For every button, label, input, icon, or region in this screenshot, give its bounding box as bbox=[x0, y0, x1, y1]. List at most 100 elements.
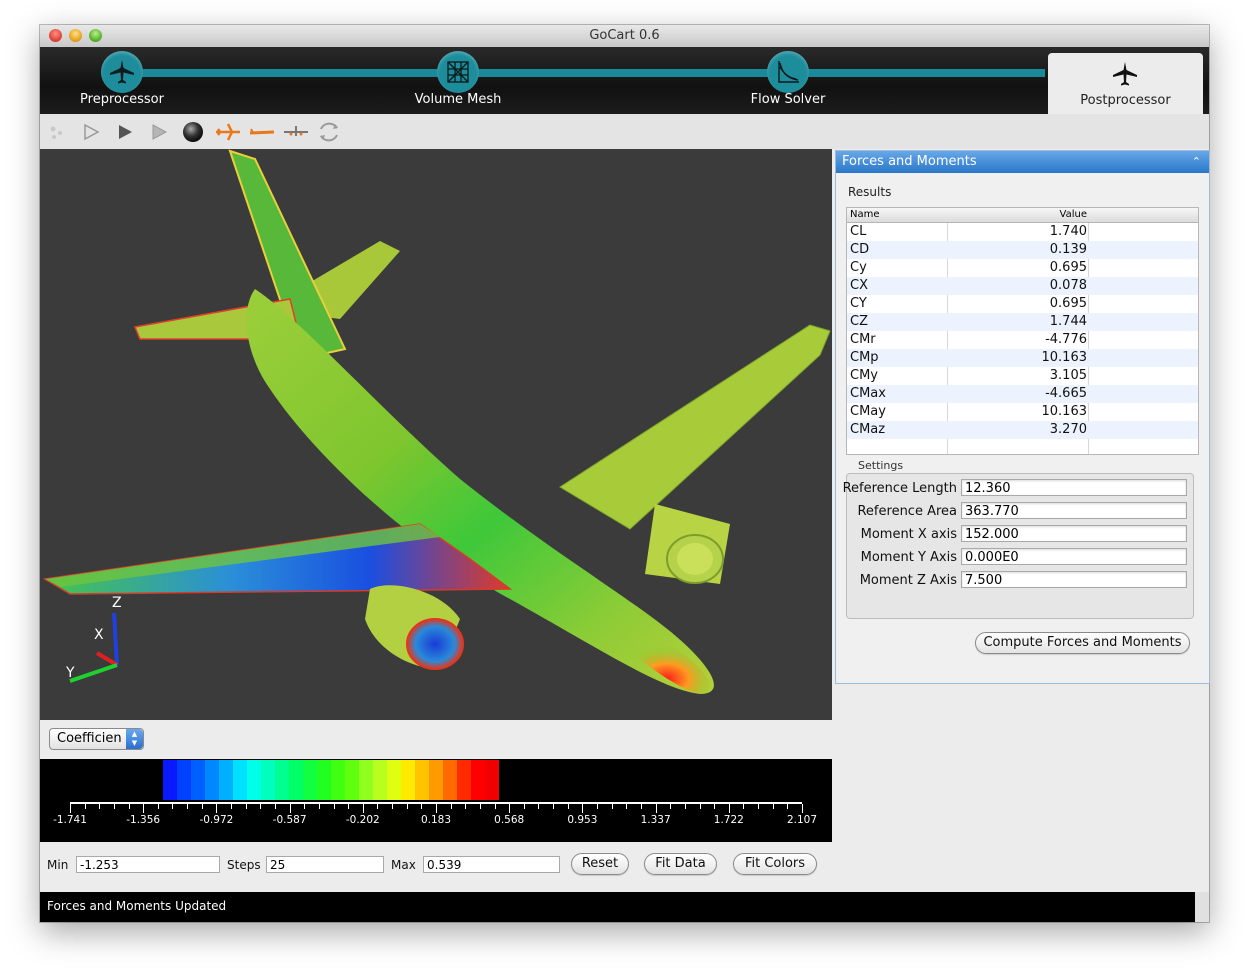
settings-field-input[interactable]: 12.360 bbox=[961, 479, 1187, 496]
range-controls: Min -1.253 Steps 25 Max 0.539 Reset Fit … bbox=[40, 851, 832, 877]
minor-tick bbox=[597, 804, 599, 809]
minor-tick bbox=[743, 804, 745, 809]
minor-tick bbox=[758, 804, 760, 809]
reset-button[interactable]: Reset bbox=[571, 853, 629, 875]
major-tick bbox=[728, 804, 730, 813]
step-preprocessor[interactable]: Preprocessor bbox=[27, 47, 217, 114]
plane-orange-icon[interactable] bbox=[214, 119, 240, 145]
plane-side-icon[interactable] bbox=[248, 119, 274, 145]
major-tick bbox=[802, 804, 803, 813]
minor-tick bbox=[260, 804, 262, 809]
table-row[interactable]: CX 0.078 bbox=[847, 277, 1198, 295]
settings-row: Moment X axis 152.000 bbox=[847, 524, 1193, 546]
table-row[interactable]: CD 0.139 bbox=[847, 241, 1198, 259]
row-value: 1.740 bbox=[1049, 224, 1087, 239]
step-flow-solver[interactable]: Flow Solver bbox=[693, 47, 883, 114]
min-input[interactable]: -1.253 bbox=[76, 856, 220, 873]
steps-input[interactable]: 25 bbox=[266, 856, 384, 873]
table-row[interactable]: CMay 10.163 bbox=[847, 403, 1198, 421]
panel-header[interactable]: Forces and Moments ⌃ bbox=[836, 151, 1209, 173]
settings-field-label: Moment Z Axis bbox=[859, 573, 957, 588]
coefficient-selector[interactable]: Coefficien ▲ ▼ bbox=[49, 728, 144, 750]
tick-label: 2.107 bbox=[786, 814, 818, 826]
table-row[interactable]: CL 1.740 bbox=[847, 223, 1198, 241]
results-table[interactable]: Name Value CL 1.740 CD 0.139 Cy 0.695 CX 0.078 C… bbox=[846, 207, 1199, 455]
table-row[interactable]: Cy 0.695 bbox=[847, 259, 1198, 277]
rotate-icon[interactable] bbox=[316, 119, 342, 145]
settings-field-input[interactable]: 152.000 bbox=[961, 525, 1187, 542]
fit-colors-button[interactable]: Fit Colors bbox=[733, 853, 817, 875]
minor-tick bbox=[567, 804, 569, 809]
header-value[interactable]: Value bbox=[947, 209, 1087, 220]
minor-tick bbox=[626, 804, 628, 809]
step-postprocessor[interactable]: Postprocessor bbox=[1048, 53, 1203, 114]
tick-label: -0.202 bbox=[345, 814, 380, 826]
header-name[interactable]: Name bbox=[850, 209, 880, 220]
step-volume-mesh[interactable]: Volume Mesh bbox=[363, 47, 553, 114]
row-name: CMay bbox=[850, 404, 886, 419]
tick-label: -1.741 bbox=[53, 814, 87, 826]
minor-tick bbox=[479, 804, 481, 809]
table-row[interactable]: CMax -4.665 bbox=[847, 385, 1198, 403]
minor-tick bbox=[714, 804, 716, 809]
step-label: Postprocessor bbox=[1080, 93, 1171, 108]
color-legend: -1.741 -1.356 -0.972 -0.587 -0.202 0.183 0.568… bbox=[40, 759, 832, 842]
row-name: CMy bbox=[850, 368, 878, 383]
major-tick bbox=[582, 804, 584, 813]
table-row[interactable]: CMy 3.105 bbox=[847, 367, 1198, 385]
max-label: Max bbox=[391, 858, 416, 872]
minor-tick bbox=[699, 804, 701, 809]
play-light-icon[interactable] bbox=[146, 119, 172, 145]
tick-label: 0.568 bbox=[494, 814, 525, 826]
major-tick bbox=[289, 804, 291, 813]
minor-tick bbox=[128, 804, 130, 809]
row-name: CMr bbox=[850, 332, 876, 347]
settings-field-input[interactable]: 363.770 bbox=[961, 502, 1187, 519]
row-value: 0.078 bbox=[1049, 278, 1087, 293]
table-row[interactable]: CMr -4.776 bbox=[847, 331, 1198, 349]
table-row[interactable]: CMp 10.163 bbox=[847, 349, 1198, 367]
major-tick bbox=[509, 804, 511, 813]
airplane-icon bbox=[1104, 53, 1146, 95]
minor-tick bbox=[99, 804, 101, 809]
color-bar-swatch bbox=[429, 760, 443, 800]
aircraft-pressure-render bbox=[42, 149, 831, 694]
row-name: Cy bbox=[850, 260, 867, 275]
table-row[interactable]: CY 0.695 bbox=[847, 295, 1198, 313]
play-outline-icon[interactable] bbox=[78, 119, 104, 145]
dots-icon[interactable] bbox=[45, 119, 71, 145]
color-bar-swatch bbox=[471, 760, 485, 800]
fit-data-button[interactable]: Fit Data bbox=[644, 853, 717, 875]
major-tick bbox=[70, 804, 71, 813]
minor-tick bbox=[318, 804, 320, 809]
steps-label: Steps bbox=[227, 858, 261, 872]
minor-tick bbox=[274, 804, 276, 809]
minor-tick bbox=[640, 804, 642, 809]
chevron-up-icon[interactable]: ⌃ bbox=[1192, 151, 1201, 173]
row-value: -4.776 bbox=[1045, 332, 1087, 347]
max-input[interactable]: 0.539 bbox=[423, 856, 560, 873]
color-bar-swatch bbox=[317, 760, 331, 800]
major-tick bbox=[216, 804, 218, 813]
minor-tick bbox=[84, 804, 86, 809]
status-text: Forces and Moments Updated bbox=[47, 899, 227, 913]
row-value: -4.665 bbox=[1045, 386, 1087, 401]
3d-viewport[interactable]: Z X Y bbox=[40, 149, 832, 720]
color-bar-swatch bbox=[247, 760, 261, 800]
forces-moments-panel: Forces and Moments ⌃ Results Name Value … bbox=[835, 150, 1210, 684]
sphere-icon[interactable] bbox=[180, 119, 206, 145]
table-row[interactable]: CZ 1.744 bbox=[847, 313, 1198, 331]
row-value: 0.139 bbox=[1049, 242, 1087, 257]
settings-field-input[interactable]: 7.500 bbox=[961, 571, 1187, 588]
settings-field-label: Moment Y Axis bbox=[860, 550, 957, 565]
play-icon[interactable] bbox=[112, 119, 138, 145]
color-bar-swatch bbox=[387, 760, 401, 800]
compute-forces-button[interactable]: Compute Forces and Moments bbox=[975, 632, 1190, 654]
settings-field-input[interactable]: 0.000E0 bbox=[961, 548, 1187, 565]
plane-front-icon[interactable] bbox=[282, 119, 308, 145]
step-label: Flow Solver bbox=[750, 92, 826, 107]
resize-grip-icon[interactable] bbox=[1195, 892, 1209, 922]
results-label: Results bbox=[848, 185, 892, 199]
panel-title: Forces and Moments bbox=[842, 154, 977, 169]
table-row[interactable]: CMaz 3.270 bbox=[847, 421, 1198, 439]
